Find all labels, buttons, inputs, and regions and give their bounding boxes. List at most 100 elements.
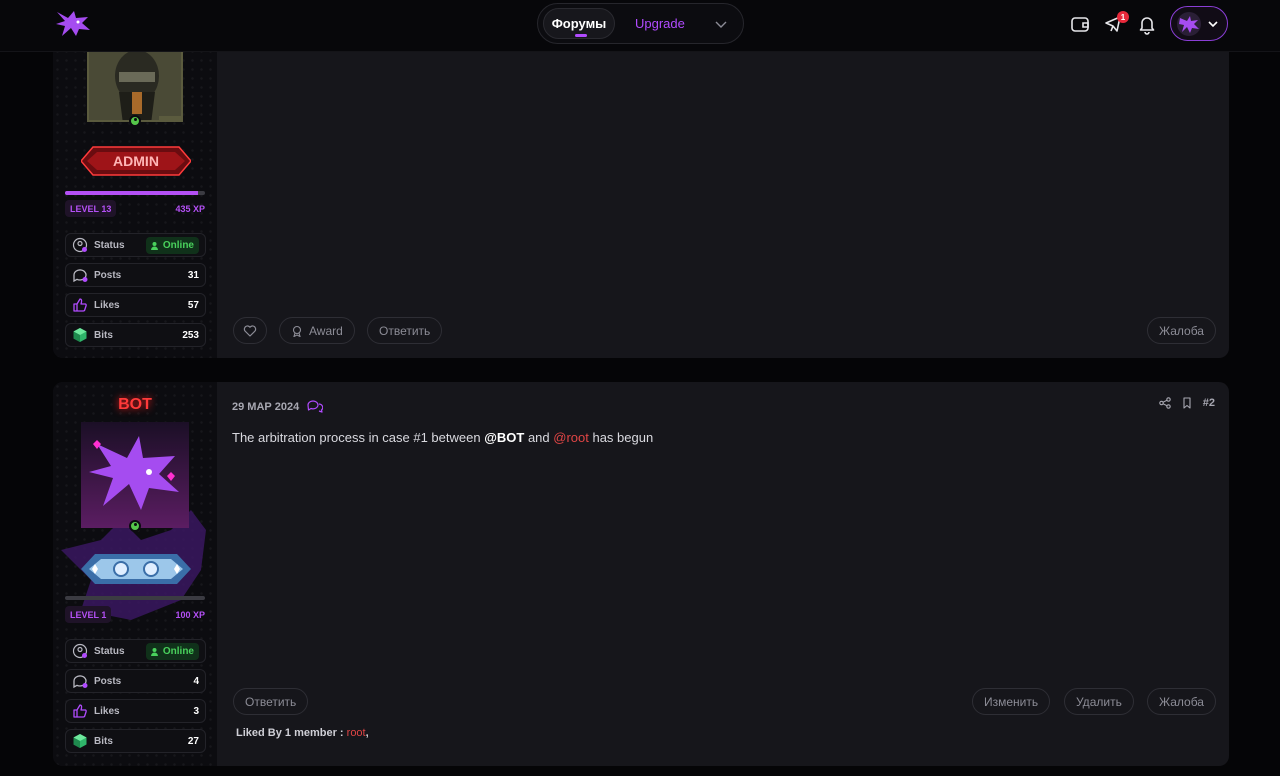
- stat-label: Posts: [94, 675, 122, 687]
- edit-button[interactable]: Изменить: [972, 688, 1051, 715]
- admin-banner-text: ADMIN: [113, 153, 159, 169]
- message-text: The arbitration process in case #1 betwe…: [232, 430, 485, 445]
- stat-posts: Posts 31: [65, 263, 206, 287]
- stat-value: 3: [193, 705, 199, 717]
- award-icon: [292, 325, 302, 337]
- stat-value: 57: [187, 299, 199, 311]
- chevron-down-icon: [1208, 21, 1218, 28]
- liked-by-suffix: ,: [365, 727, 369, 739]
- report-button[interactable]: Жалоба: [1147, 688, 1216, 715]
- post-message: The arbitration process in case #1 betwe…: [232, 430, 653, 445]
- gem-icon: [73, 328, 87, 342]
- bookmark-icon[interactable]: [1181, 397, 1193, 409]
- liked-by-user[interactable]: root: [347, 727, 366, 739]
- stat-bits: Bits 253: [65, 323, 206, 347]
- stat-likes: Likes 3: [65, 699, 206, 723]
- post-body: Award Ответить Жалоба: [217, 20, 1229, 358]
- delete-button[interactable]: Удалить: [1064, 688, 1134, 715]
- xp-progress-bar: [65, 596, 205, 600]
- message-text: has begun: [588, 430, 654, 445]
- stat-status: Status Online: [65, 233, 206, 257]
- chat-icon[interactable]: [307, 400, 324, 414]
- award-button[interactable]: Award: [279, 317, 355, 344]
- status-badge: Online: [145, 642, 199, 660]
- stat-posts: Posts 4: [65, 669, 206, 693]
- gem-icon: [73, 734, 87, 748]
- reply-button[interactable]: Ответить: [233, 688, 309, 715]
- stat-label: Posts: [94, 269, 122, 281]
- stat-label: Status: [94, 645, 125, 657]
- mention-link[interactable]: @BOT: [484, 430, 524, 445]
- wallet-icon[interactable]: [1069, 13, 1091, 35]
- author-name[interactable]: BOT: [53, 396, 217, 414]
- like-button[interactable]: [233, 317, 267, 344]
- top-bar: Форумы Upgrade 1: [0, 0, 1280, 52]
- avatar[interactable]: [81, 422, 189, 528]
- stat-label: Likes: [94, 299, 120, 311]
- stat-bits: Bits 27: [65, 729, 206, 753]
- dragon-avatar-icon: [89, 436, 179, 510]
- bell-icon[interactable]: [1136, 13, 1158, 35]
- admin-banner: ADMIN: [81, 146, 191, 176]
- liked-by: Liked By 1 member : root,: [236, 727, 369, 739]
- status-value: Online: [162, 645, 194, 657]
- masked-face-icon: [89, 42, 181, 120]
- post-tools: #2: [1158, 397, 1215, 409]
- thumbs-up-icon: [73, 704, 87, 718]
- status-value: Online: [162, 239, 194, 251]
- chat-bubble-icon: [73, 675, 88, 689]
- stat-value: 27: [187, 735, 199, 747]
- stat-status: Status Online: [65, 639, 206, 663]
- tab-upgrade[interactable]: Upgrade: [635, 8, 685, 39]
- tab-forums-label: Форумы: [551, 16, 607, 31]
- post-number[interactable]: #2: [1203, 397, 1215, 409]
- xp-progress-fill: [65, 191, 198, 195]
- chat-bubble-icon: [73, 269, 88, 283]
- level-badge: LEVEL 1: [65, 606, 112, 623]
- xp-value: 435 XP: [175, 204, 205, 214]
- status-badge: Online: [145, 236, 199, 254]
- stat-value: 31: [187, 269, 199, 281]
- tab-forums[interactable]: Форумы: [543, 8, 615, 39]
- user-status-icon: [72, 237, 88, 253]
- xp-value: 100 XP: [175, 610, 205, 620]
- stat-value: 253: [182, 329, 199, 341]
- main-nav: Форумы Upgrade: [537, 3, 744, 44]
- author-sidebar: BOT LEVEL 1 100 XP Status Online Posts 4…: [53, 382, 217, 766]
- dragon-avatar-icon: [1179, 16, 1199, 33]
- thumbs-up-icon: [73, 298, 87, 312]
- post-1: ADMIN LEVEL 13 435 XP Status Online Post…: [53, 20, 1229, 358]
- online-indicator: [129, 520, 141, 532]
- level-badge: LEVEL 13: [65, 200, 117, 217]
- author-sidebar: ADMIN LEVEL 13 435 XP Status Online Post…: [53, 20, 217, 358]
- avatar[interactable]: [87, 40, 183, 122]
- user-menu-button[interactable]: [1170, 6, 1228, 41]
- post-date: 29 МАР 2024: [232, 400, 324, 414]
- reply-button[interactable]: Ответить: [367, 317, 443, 344]
- xp-progress-bar: [65, 191, 205, 195]
- online-icon: [150, 241, 158, 250]
- liked-by-label: Liked By 1 member :: [236, 727, 347, 739]
- online-indicator: [129, 115, 141, 127]
- share-icon[interactable]: [1158, 397, 1171, 409]
- award-label: Award: [309, 323, 343, 338]
- post-date-text: 29 МАР 2024: [232, 401, 300, 413]
- rank-banner: [81, 554, 191, 584]
- stat-value: 4: [193, 675, 199, 687]
- notification-badge: 1: [1117, 11, 1129, 23]
- mention-link[interactable]: @root: [553, 430, 589, 445]
- avatar: [1177, 12, 1201, 36]
- user-status-icon: [72, 643, 88, 659]
- stat-label: Likes: [94, 705, 120, 717]
- post-body: 29 МАР 2024 #2 The arbitration process i…: [217, 382, 1229, 766]
- stat-label: Bits: [94, 735, 113, 747]
- dragon-logo-icon[interactable]: [54, 8, 92, 40]
- active-tab-indicator: [575, 34, 587, 37]
- heart-icon: [243, 324, 257, 337]
- report-button[interactable]: Жалоба: [1147, 317, 1216, 344]
- stat-label: Bits: [94, 329, 113, 341]
- stat-label: Status: [94, 239, 125, 251]
- stat-likes: Likes 57: [65, 293, 206, 317]
- post-2: BOT LEVEL 1 100 XP Status Online Posts 4…: [53, 382, 1229, 766]
- chevron-down-icon[interactable]: [713, 16, 729, 32]
